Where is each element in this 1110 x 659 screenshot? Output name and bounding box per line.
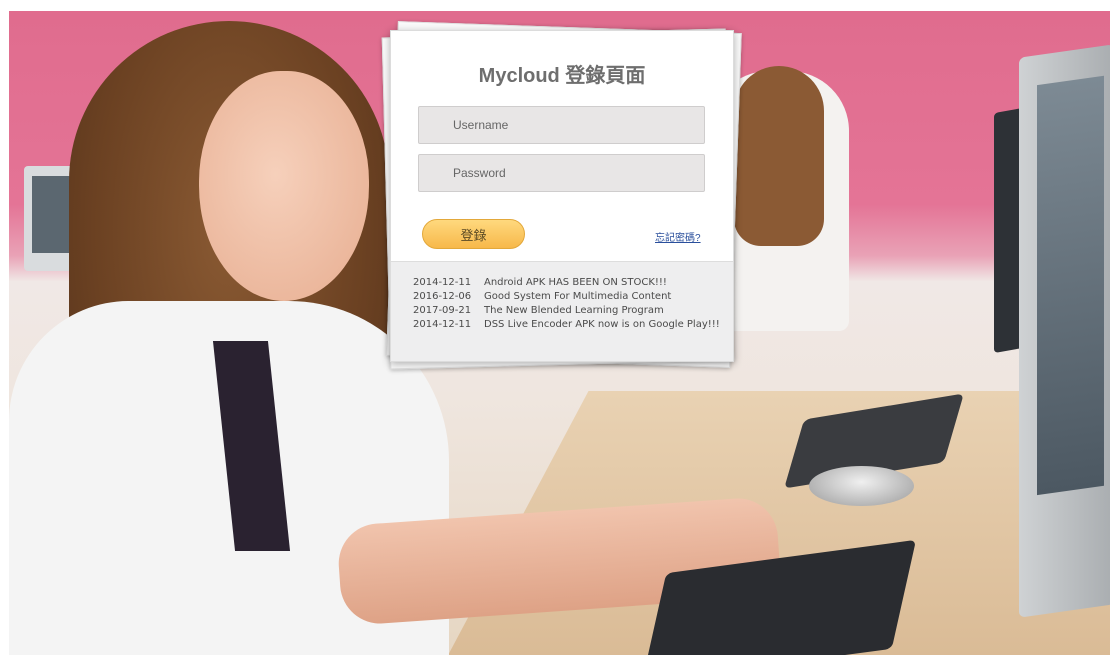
news-item[interactable]: 2014-12-11 Android APK HAS BEEN ON STOCK!… <box>413 276 733 290</box>
password-input[interactable] <box>418 154 705 192</box>
news-text: Good System For Multimedia Content <box>484 291 672 302</box>
news-list: 2014-12-11 Android APK HAS BEEN ON STOCK!… <box>391 261 733 361</box>
news-item[interactable]: 2016-12-06 Good System For Multimedia Con… <box>413 290 733 304</box>
news-text: Android APK HAS BEEN ON STOCK!!! <box>484 277 667 288</box>
news-text: DSS Live Encoder APK now is on Google Pl… <box>484 319 720 330</box>
background-student-hair <box>734 66 824 246</box>
news-item[interactable]: 2014-12-11 DSS Live Encoder APK now is on… <box>413 318 733 332</box>
monitor-right <box>1019 44 1110 618</box>
news-item[interactable]: 2017-09-21 The New Blended Learning Progr… <box>413 304 733 318</box>
news-date: 2017-09-21 <box>413 305 472 316</box>
login-title: Mycloud 登錄頁面 <box>478 65 646 87</box>
login-button[interactable]: 登錄 <box>422 219 525 249</box>
news-date: 2016-12-06 <box>413 291 472 302</box>
mouse <box>809 466 914 506</box>
username-input[interactable] <box>418 106 705 144</box>
news-date: 2014-12-11 <box>413 277 472 288</box>
login-panel: Mycloud 登錄頁面 登錄 忘記密碼? 2014-12-11 Android … <box>390 30 734 362</box>
forgot-password-link[interactable]: 忘記密碼? <box>655 229 701 244</box>
student-face <box>199 71 369 301</box>
news-text: The New Blended Learning Program <box>484 305 664 316</box>
news-date: 2014-12-11 <box>413 319 472 330</box>
